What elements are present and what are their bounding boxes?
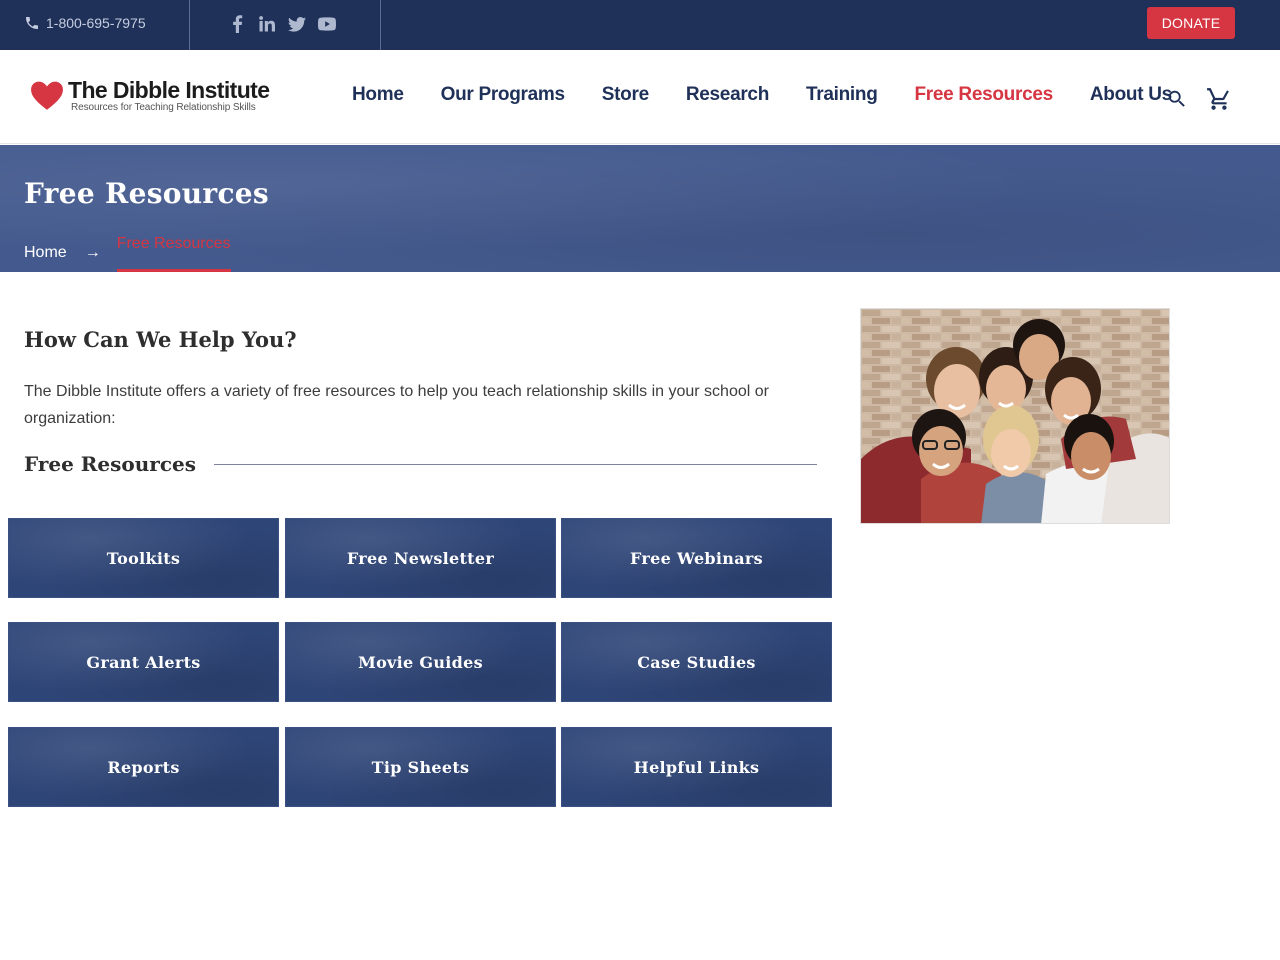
twitter-icon[interactable] <box>288 14 306 34</box>
tile-case-studies[interactable]: Case Studies <box>561 622 832 702</box>
breadcrumb-current: Free Resources <box>116 233 231 272</box>
tile-movie-guides[interactable]: Movie Guides <box>285 622 556 702</box>
tile-free-newsletter[interactable]: Free Newsletter <box>285 518 556 598</box>
tile-helpful-links[interactable]: Helpful Links <box>561 727 832 807</box>
help-heading: How Can We Help You? <box>24 327 297 352</box>
nav-free-resources[interactable]: Free Resources <box>915 84 1054 106</box>
tile-tip-sheets[interactable]: Tip Sheets <box>285 727 556 807</box>
topbar-divider <box>189 0 190 50</box>
section-divider <box>213 463 817 465</box>
header-icons <box>1166 86 1232 112</box>
group-photo <box>860 308 1170 524</box>
cart-icon[interactable] <box>1206 86 1232 112</box>
main-header: The Dibble Institute Resources for Teach… <box>0 50 1280 144</box>
tile-reports[interactable]: Reports <box>8 727 279 807</box>
page-title: Free Resources <box>24 177 269 210</box>
tile-toolkits[interactable]: Toolkits <box>8 518 279 598</box>
heart-logo-icon <box>31 81 63 110</box>
nav-about-us[interactable]: About Us <box>1090 84 1172 106</box>
breadcrumb-arrow-icon: → <box>84 243 101 261</box>
phone-icon <box>26 17 38 29</box>
section-heading-row: Free Resources <box>24 450 817 478</box>
linkedin-icon[interactable] <box>258 14 276 34</box>
logo-tagline: Resources for Teaching Relationship Skil… <box>71 102 256 113</box>
search-icon[interactable] <box>1166 88 1188 110</box>
nav-home[interactable]: Home <box>352 84 404 106</box>
phone-link[interactable]: 1-800-695-7975 <box>24 0 146 46</box>
intro-text: The Dibble Institute offers a variety of… <box>24 383 769 427</box>
social-links <box>228 14 336 34</box>
nav-store[interactable]: Store <box>602 84 649 106</box>
breadcrumb: Home → Free Resources <box>24 233 231 272</box>
section-heading: Free Resources <box>24 452 196 476</box>
nav-our-programs[interactable]: Our Programs <box>441 84 565 106</box>
nav-training[interactable]: Training <box>806 84 878 106</box>
phone-number: 1-800-695-7975 <box>46 15 146 31</box>
tile-free-webinars[interactable]: Free Webinars <box>561 518 832 598</box>
page-banner: Free Resources Home → Free Resources <box>0 145 1280 272</box>
top-utility-bar: 1-800-695-7975 DONATE <box>0 0 1280 50</box>
topbar-divider <box>380 0 381 50</box>
facebook-icon[interactable] <box>228 14 246 34</box>
site-logo[interactable]: The Dibble Institute Resources for Teach… <box>30 77 270 114</box>
breadcrumb-home[interactable]: Home <box>24 244 67 262</box>
logo-name: The Dibble Institute <box>68 77 270 103</box>
donate-button[interactable]: DONATE <box>1147 7 1235 39</box>
nav-research[interactable]: Research <box>686 84 769 106</box>
tile-grant-alerts[interactable]: Grant Alerts <box>8 622 279 702</box>
youtube-icon[interactable] <box>318 14 336 34</box>
main-nav: Home Our Programs Store Research Trainin… <box>352 84 1172 106</box>
